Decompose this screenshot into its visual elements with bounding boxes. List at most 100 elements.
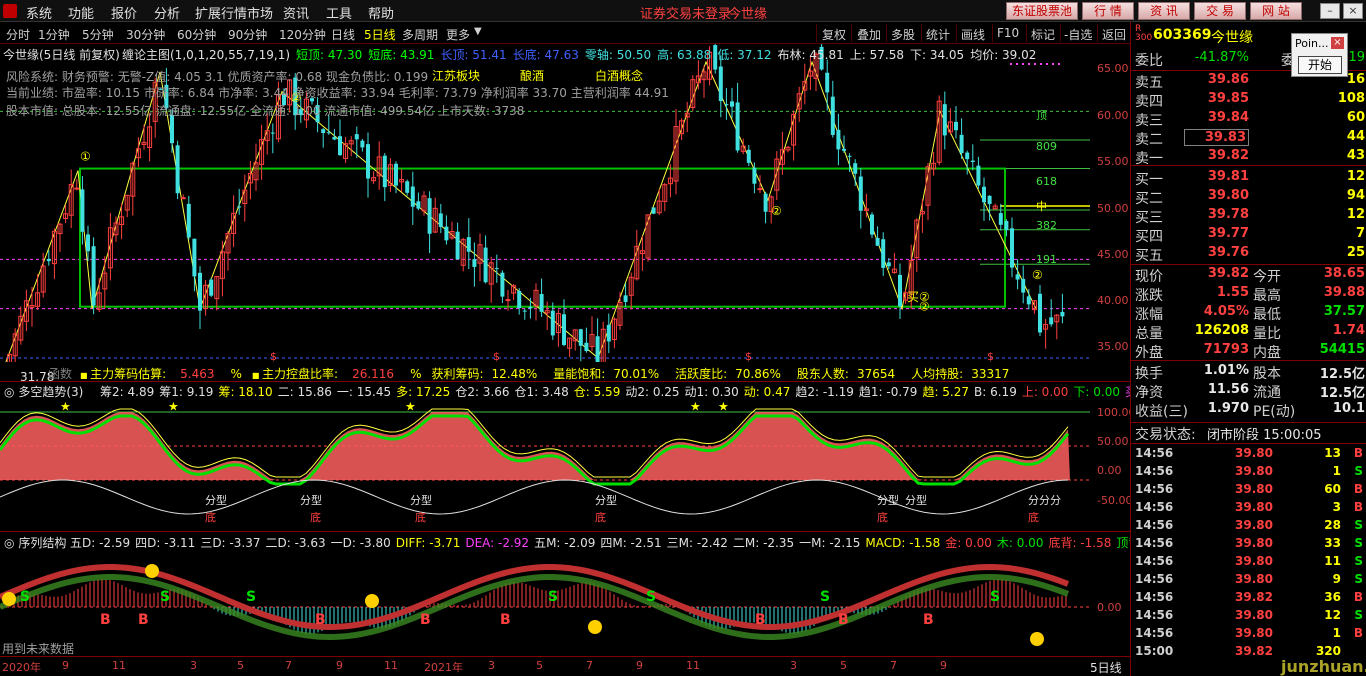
candle-body [192, 238, 197, 277]
website-button[interactable]: 网 站 [1250, 2, 1302, 20]
period-tab-120min[interactable]: 120分钟 [279, 26, 326, 43]
candle-body [562, 314, 566, 345]
trade-button[interactable]: 交 易 [1194, 2, 1246, 20]
period-tab-60min[interactable]: 60分钟 [177, 26, 216, 43]
sequence-chart[interactable]: S S S S S S SB B B B B B B B [0, 546, 1130, 656]
level-volume: 60 [1346, 110, 1365, 125]
order-level[interactable]: 买四 39.77 7 [1131, 226, 1366, 245]
toolbar-f10[interactable]: F10 [997, 26, 1019, 40]
period-tab-5min[interactable]: 5分钟 [82, 26, 114, 43]
market-button[interactable]: 行 情 [1082, 2, 1134, 20]
order-level[interactable]: 买二 39.80 94 [1131, 188, 1366, 207]
fib-label: 618 [1036, 175, 1057, 188]
popup-close-icon[interactable]: × [1331, 37, 1344, 49]
indicator-value: 三M: -2.42 [666, 536, 728, 550]
candle-body [405, 181, 410, 193]
candle-body [998, 213, 1003, 225]
more-dropdown-icon[interactable]: ▼ [474, 26, 482, 37]
toolbar-multi-stock[interactable]: 多股 [891, 26, 915, 43]
chip-marker-icon: ■ [80, 371, 91, 380]
order-level[interactable]: 卖二 39.83 44 [1131, 129, 1366, 148]
stock-pool-button[interactable]: 东证股票池 [1006, 2, 1078, 20]
menu-help[interactable]: 帮助 [368, 3, 394, 22]
order-level[interactable]: 卖三 39.84 60 [1131, 110, 1366, 129]
period-tab-fenshi[interactable]: 分时 [6, 26, 30, 43]
pattern-label: 分型 [595, 493, 617, 507]
news-button[interactable]: 资 讯 [1138, 2, 1190, 20]
panel-collapse-icon[interactable]: ◎ [4, 385, 14, 399]
period-toolbar: 分时 1分钟 5分钟 30分钟 60分钟 90分钟 120分钟 日线 5日线 多… [0, 22, 1130, 44]
candle-body [730, 101, 734, 107]
menu-tools[interactable]: 工具 [326, 3, 352, 22]
period-tab-5day[interactable]: 5日线 [364, 26, 396, 43]
stat-value: 1.970 [1207, 401, 1249, 416]
chip-unit: % [230, 367, 242, 381]
order-level[interactable]: 买三 39.78 12 [1131, 207, 1366, 226]
order-level[interactable]: 卖四 39.85 108 [1131, 91, 1366, 110]
candle-body [366, 144, 370, 179]
level-volume: 43 [1346, 148, 1365, 163]
level-label: 买三 [1135, 210, 1163, 226]
stat-label: 最高 [1253, 288, 1281, 304]
menu-quote[interactable]: 报价 [111, 3, 137, 22]
candle-body [517, 291, 522, 309]
trend-chart[interactable]: ★ ★ ★ ★ ★分型 分型 分型 分型 分型 分型 分分分底底底底底底 [0, 396, 1130, 530]
candle-body [578, 329, 583, 346]
menu-function[interactable]: 功能 [68, 3, 94, 22]
candle-body [1010, 228, 1014, 268]
period-tab-day[interactable]: 日线 [331, 26, 355, 43]
toolbar-watchlist[interactable]: -自选 [1064, 26, 1092, 43]
indicator-value: 多: 17.25 [396, 385, 451, 399]
order-level[interactable]: 买一 39.81 12 [1131, 169, 1366, 188]
period-tab-90min[interactable]: 90分钟 [228, 26, 267, 43]
period-tab-30min[interactable]: 30分钟 [126, 26, 165, 43]
tick-side: S [1354, 608, 1363, 622]
toolbar-stats[interactable]: 统计 [926, 26, 950, 43]
tag-jiangsu[interactable]: 江苏板块 [432, 67, 480, 84]
tick-volume: 28 [1324, 518, 1341, 532]
order-level[interactable]: 买五 39.76 25 [1131, 245, 1366, 264]
candle-body [970, 160, 975, 162]
candle-body [360, 140, 365, 148]
sequence-panel[interactable]: SSSSSSSBBBBBBBB [0, 546, 1130, 656]
close-window-icon[interactable]: × [1343, 3, 1363, 19]
toolbar-mark[interactable]: 标记 [1031, 26, 1055, 43]
candle-body [724, 104, 729, 106]
period-tab-1min[interactable]: 1分钟 [38, 26, 70, 43]
trend-panel[interactable]: ★ ★ ★ ★ ★ 分型 分型 分型 分型 分型 分型 分分分底底底底底底 [0, 396, 1130, 530]
toolbar-back[interactable]: 返回 [1102, 26, 1126, 43]
candle-body [842, 148, 846, 151]
candle-body [651, 207, 656, 214]
stat-label: 最低 [1253, 307, 1281, 323]
stat-label: 流通 [1253, 385, 1281, 401]
tag-liquor[interactable]: 酿酒 [520, 67, 544, 84]
minimize-icon[interactable]: – [1320, 3, 1340, 19]
menu-analysis[interactable]: 分析 [154, 3, 180, 22]
smiley-icon [365, 594, 379, 608]
menu-system[interactable]: 系统 [26, 3, 52, 22]
candle-body [500, 272, 505, 297]
order-level[interactable]: 卖一 39.82 43 [1131, 148, 1366, 167]
buy-signal: B [500, 612, 511, 628]
indicator-value: 三D: -3.37 [200, 536, 261, 550]
popup-start-button[interactable]: 开始 [1298, 56, 1342, 74]
menu-news[interactable]: 资讯 [283, 3, 309, 22]
stat-label: 涨幅 [1135, 307, 1163, 323]
period-tab-multi[interactable]: 多周期 [402, 26, 438, 43]
trend-panel-title: ◎ 多空趋势(3) [4, 385, 84, 399]
candle-body [1049, 317, 1054, 325]
toolbar-draw[interactable]: 画线 [961, 26, 985, 43]
main-indicator-name[interactable]: 缠论主图(1,0,1,20,55,7,19,1) [122, 46, 290, 63]
sequence-panel-title: ◎ 序列结构 [4, 536, 67, 550]
toolbar-fuquan[interactable]: 复权 [822, 26, 846, 43]
tag-baijiu[interactable]: 白酒概念 [595, 67, 643, 84]
wave-marker: ② [771, 204, 782, 218]
panel-collapse-icon[interactable]: ◎ [4, 536, 14, 550]
period-tab-more[interactable]: 更多 [446, 26, 470, 43]
star-icon: ★ [60, 400, 71, 414]
toolbar-overlay[interactable]: 叠加 [857, 26, 881, 43]
menu-extended-market[interactable]: 扩展行情市场 [195, 3, 273, 22]
buy-signal: B [100, 612, 111, 628]
x-tick-label: 3 [488, 659, 495, 672]
chip-label: 量能饱和: [553, 367, 606, 381]
